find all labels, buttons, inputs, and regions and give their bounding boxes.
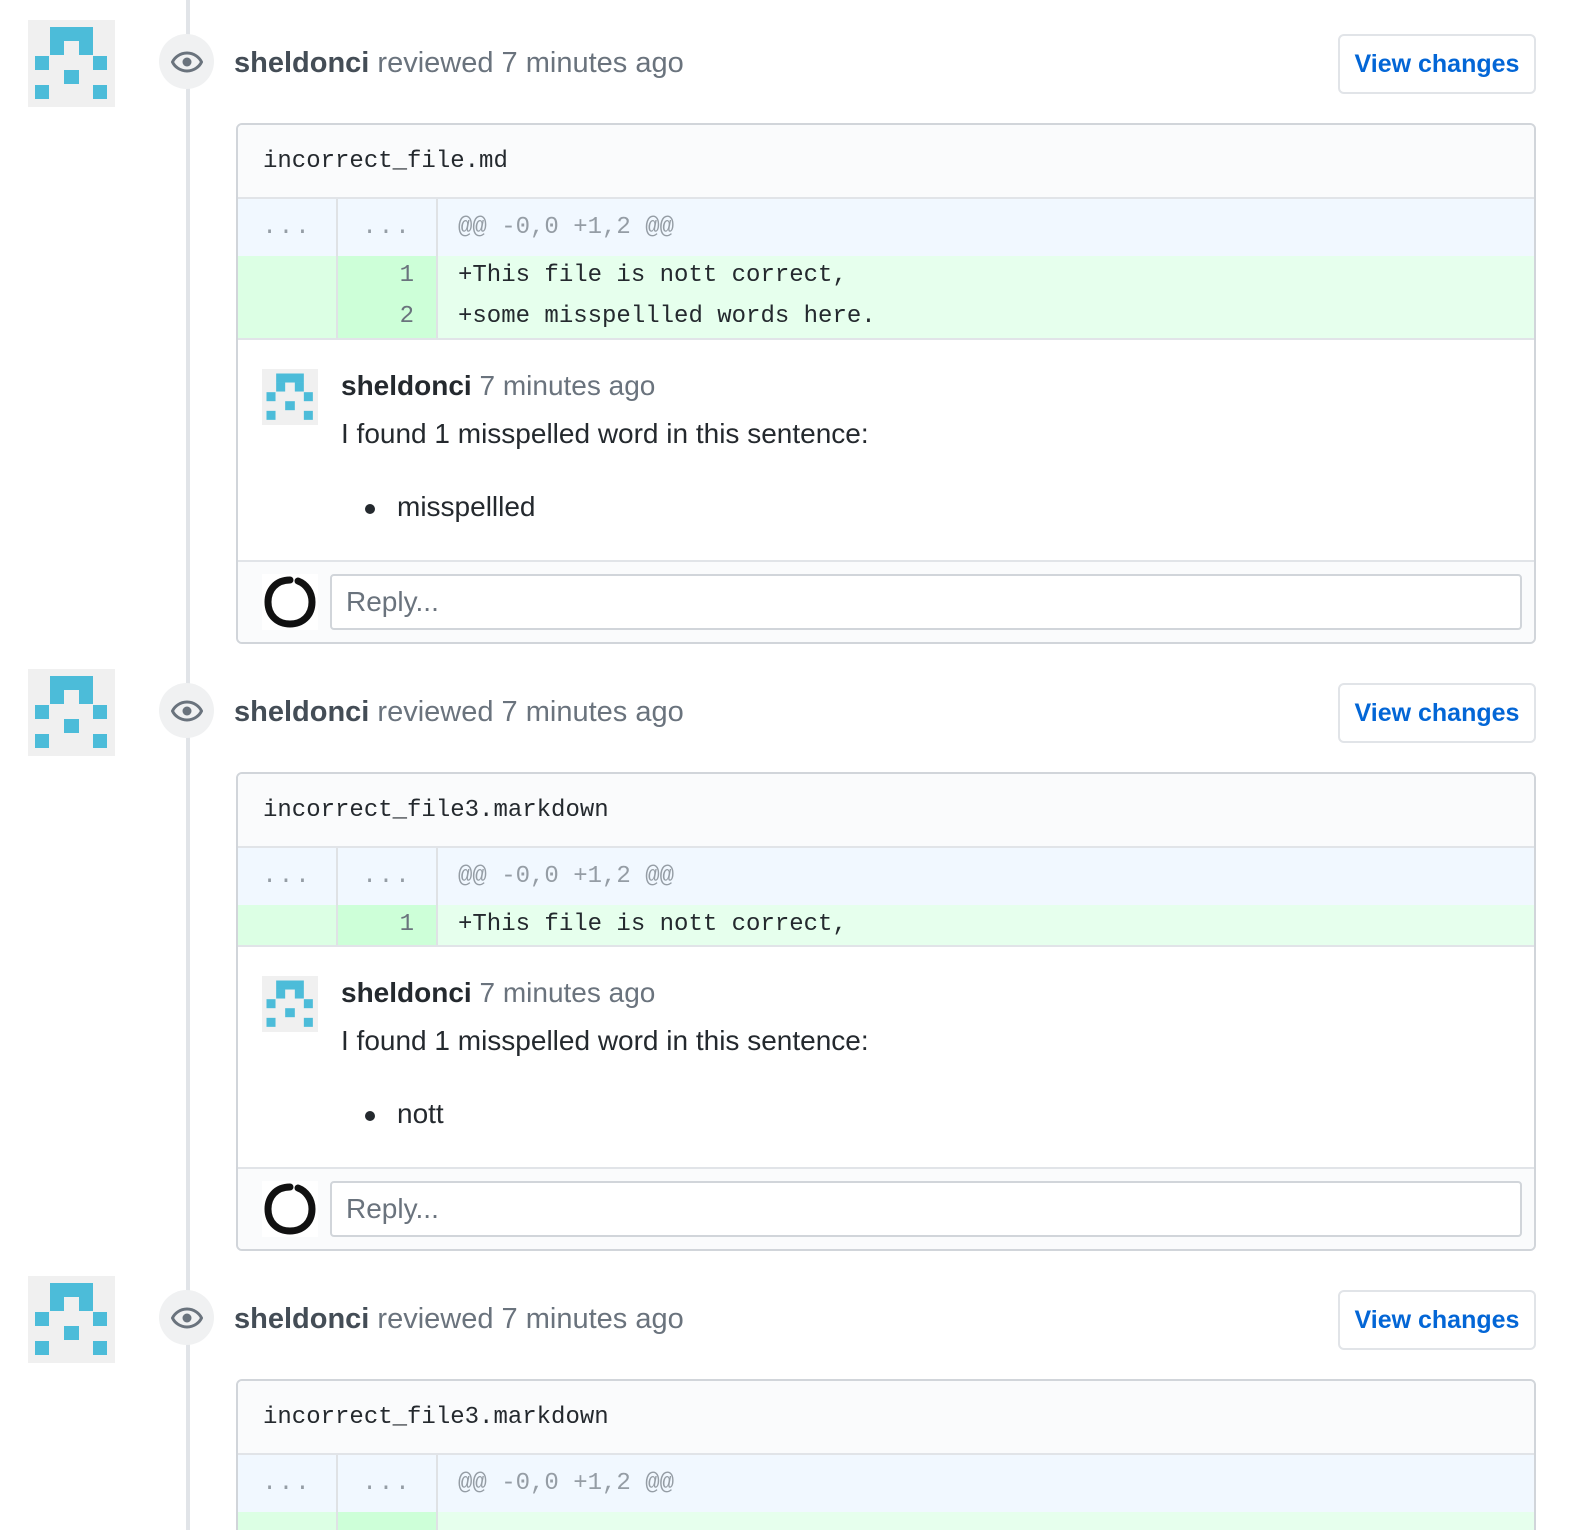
expand-left-button[interactable]: ...: [238, 199, 338, 256]
reviewer-avatar[interactable]: [28, 20, 115, 107]
list-item: nott: [365, 1097, 444, 1131]
misspelled-word: misspellled: [397, 491, 536, 522]
diff-addition-line: 1 +This file is nott correct,: [238, 905, 1534, 945]
review-author-link[interactable]: sheldonci: [234, 47, 369, 79]
reviewer-avatar[interactable]: [28, 669, 115, 756]
file-name[interactable]: incorrect_file3.markdown: [238, 774, 1534, 848]
reviewer-avatar[interactable]: [28, 1276, 115, 1363]
diff-addition-line: 2 +some misspellled words here.: [238, 296, 1534, 338]
review-comment: sheldonci 7 minutes ago I found 1 misspe…: [238, 338, 1534, 560]
diff-line-code: +This file is nott correct,: [458, 911, 847, 938]
review-header: sheldonci reviewed 7 minutes ago: [234, 45, 684, 81]
bullet: [365, 504, 375, 514]
hunk-header: @@ -0,0 +1,2 @@: [458, 1470, 675, 1497]
line-number-old: [238, 296, 338, 338]
reply-input[interactable]: Reply...: [330, 1181, 1522, 1237]
line-number-new[interactable]: 1: [338, 256, 438, 296]
line-number-new[interactable]: 2: [338, 296, 438, 338]
review-file-box: incorrect_file3.markdown ... ... @@ -0,0…: [236, 1379, 1536, 1530]
review-header: sheldonci reviewed 7 minutes ago: [234, 1301, 684, 1337]
diff-hunk-row: ... ... @@ -0,0 +1,2 @@: [238, 848, 1534, 905]
eye-icon: [159, 34, 214, 89]
review-file-box: incorrect_file.md ... ... @@ -0,0 +1,2 @…: [236, 123, 1536, 644]
line-number-new: [338, 1512, 438, 1530]
line-number-old: [238, 1512, 338, 1530]
expand-right-button[interactable]: ...: [338, 848, 438, 905]
expand-right-button[interactable]: ...: [338, 199, 438, 256]
line-number-old: [238, 256, 338, 296]
review-header: sheldonci reviewed 7 minutes ago: [234, 694, 684, 730]
list-item: misspellled: [365, 490, 536, 524]
comment-text: I found 1 misspelled word in this senten…: [341, 418, 869, 449]
file-name[interactable]: incorrect_file3.markdown: [238, 1381, 1534, 1455]
eye-icon: [159, 683, 214, 738]
view-changes-button[interactable]: View changes: [1338, 683, 1536, 743]
review-file-box: incorrect_file3.markdown ... ... @@ -0,0…: [236, 772, 1536, 1251]
comment-avatar[interactable]: [262, 369, 318, 425]
expand-left-button[interactable]: ...: [238, 848, 338, 905]
reply-area: Reply...: [238, 560, 1534, 642]
diff-addition-line: [238, 1512, 1534, 1530]
view-changes-button[interactable]: View changes: [1338, 34, 1536, 94]
reply-area: Reply...: [238, 1167, 1534, 1249]
hunk-header: @@ -0,0 +1,2 @@: [458, 863, 675, 890]
view-changes-button[interactable]: View changes: [1338, 1290, 1536, 1350]
file-name[interactable]: incorrect_file.md: [238, 125, 1534, 199]
diff-addition-line: 1 +This file is nott correct,: [238, 256, 1534, 296]
hunk-header: @@ -0,0 +1,2 @@: [458, 214, 675, 241]
diff-line-code: +some misspellled words here.: [458, 303, 876, 330]
diff-hunk-row: ... ... @@ -0,0 +1,2 @@: [238, 199, 1534, 256]
comment-header: sheldonci 7 minutes ago: [341, 976, 655, 1010]
eye-icon: [159, 1290, 214, 1345]
review-action-text: reviewed 7 minutes ago: [377, 47, 684, 79]
review-action-text: reviewed 7 minutes ago: [377, 696, 684, 728]
expand-right-button[interactable]: ...: [338, 1455, 438, 1512]
comment-header: sheldonci 7 minutes ago: [341, 369, 655, 403]
diff-hunk-row: ... ... @@ -0,0 +1,2 @@: [238, 1455, 1534, 1512]
comment-avatar[interactable]: [262, 976, 318, 1032]
reply-input[interactable]: Reply...: [330, 574, 1522, 630]
comment-text: I found 1 misspelled word in this senten…: [341, 1025, 869, 1056]
user-avatar[interactable]: [262, 1181, 318, 1237]
comment-timestamp[interactable]: 7 minutes ago: [479, 977, 655, 1008]
line-number-new[interactable]: 1: [338, 905, 438, 945]
review-action-text: reviewed 7 minutes ago: [377, 1303, 684, 1335]
diff-line-code: [438, 1512, 1534, 1530]
diff-line-code: +This file is nott correct,: [458, 262, 847, 289]
review-comment: sheldonci 7 minutes ago I found 1 misspe…: [238, 945, 1534, 1167]
expand-left-button[interactable]: ...: [238, 1455, 338, 1512]
comment-author-link[interactable]: sheldonci: [341, 977, 472, 1008]
line-number-old: [238, 905, 338, 945]
comment-timestamp[interactable]: 7 minutes ago: [479, 370, 655, 401]
user-avatar[interactable]: [262, 574, 318, 630]
review-author-link[interactable]: sheldonci: [234, 696, 369, 728]
bullet: [365, 1111, 375, 1121]
misspelled-word: nott: [397, 1098, 444, 1129]
comment-author-link[interactable]: sheldonci: [341, 370, 472, 401]
review-author-link[interactable]: sheldonci: [234, 1303, 369, 1335]
